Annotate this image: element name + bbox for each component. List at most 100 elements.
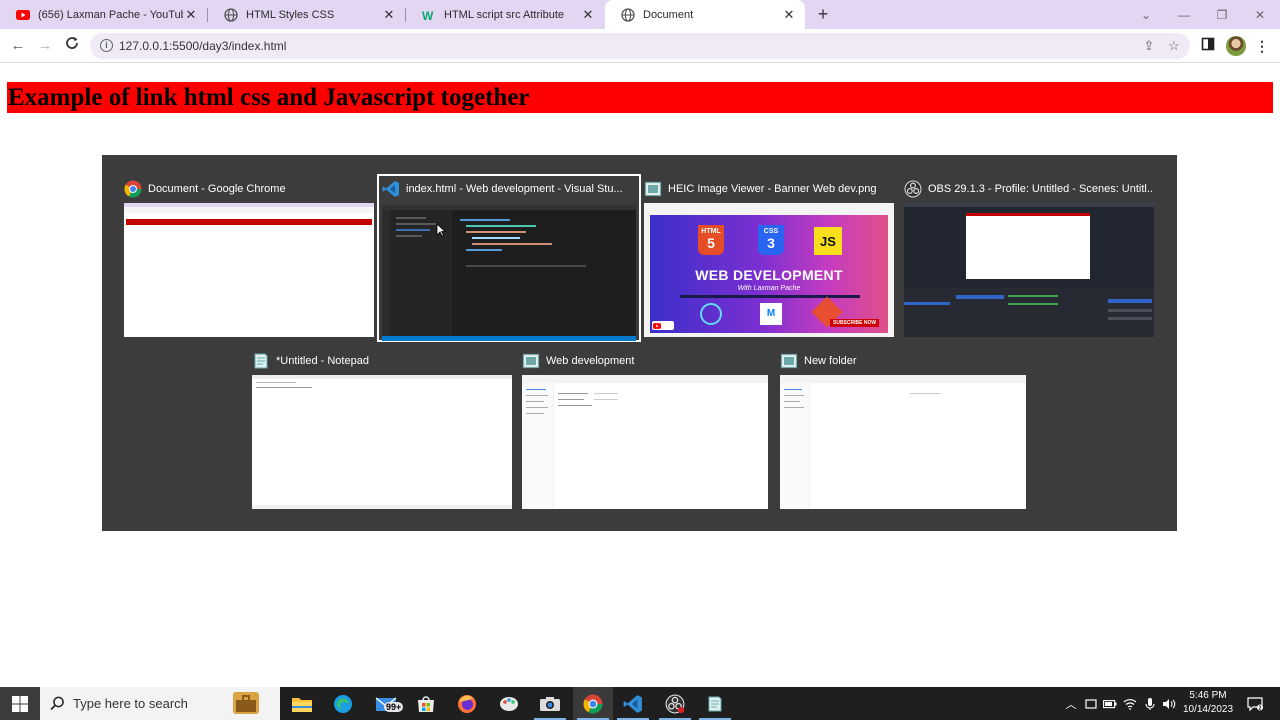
globe-icon [621,7,635,22]
youtube-icon [16,8,30,22]
taskbar-store[interactable] [406,687,446,720]
notepad-icon [708,696,722,711]
taskbar-obs[interactable] [655,687,695,720]
window-thumbnail [522,375,768,509]
taskbar-file-explorer[interactable] [282,687,322,720]
edge-icon [334,694,352,713]
profile-avatar[interactable] [1226,36,1246,56]
clock-date: 10/14/2023 [1182,704,1234,715]
bookmark-star-icon[interactable]: ☆ [1165,37,1183,55]
taskbar-mail[interactable]: 99+ [366,687,406,720]
css3-logo-label: CSS [763,228,779,235]
w3schools-icon: W [422,8,436,22]
microphone-icon[interactable] [1141,687,1159,720]
wifi-icon[interactable] [1121,687,1139,720]
switcher-window-image-viewer[interactable]: HEIC Image Viewer - Banner Web dev.png H… [644,179,894,337]
share-icon[interactable]: ⇪ [1140,37,1158,55]
menu-icon[interactable]: ⋮ [1252,36,1272,56]
close-window-button[interactable]: ✕ [1241,0,1279,29]
file-explorer-icon [292,697,312,712]
battery-icon[interactable] [1101,687,1119,720]
switcher-window-new-folder[interactable]: New folder [780,351,1026,509]
tab-html-styles[interactable]: HTML Styles CSS ✕ [208,0,405,29]
page-heading: Example of link html css and Javascript … [7,82,1273,113]
window-thumbnail [252,375,512,509]
tab-title: Document [643,8,694,21]
maximize-button[interactable]: ❐ [1203,0,1241,29]
close-tab-icon[interactable]: ✕ [183,7,199,23]
start-button[interactable] [0,687,40,720]
taskbar-vscode[interactable] [613,687,653,720]
url-text[interactable]: 127.0.0.1:5500/day3/index.html [119,39,286,53]
search-icon [50,696,64,711]
switcher-window-notepad[interactable]: *Untitled - Notepad [252,351,512,509]
obs-icon [665,694,685,713]
meet-now-icon[interactable] [1082,687,1100,720]
svg-text:2: 2 [1259,705,1262,711]
window-thumbnail [382,205,636,341]
site-info-icon[interactable]: i [100,39,113,52]
forward-button[interactable]: → [35,36,55,56]
window-thumbnail [780,375,1026,509]
switcher-window-web-development[interactable]: Web development [522,351,768,509]
folder-window-icon [522,352,540,370]
taskbar-search-box[interactable]: Type here to search [40,687,280,720]
taskbar-firefox[interactable] [447,687,487,720]
vscode-icon [623,694,642,713]
tab-document[interactable]: Document ✕ [605,0,805,29]
briefcase-icon[interactable] [233,692,259,714]
address-bar[interactable]: i 127.0.0.1:5500/day3/index.html ⇪ ☆ [90,33,1190,59]
taskbar-chrome[interactable] [573,687,613,720]
windows-taskbar: Type here to search 99+ ︿ 5:46 PM 10/14/… [0,687,1280,720]
back-button[interactable]: ← [8,36,28,56]
obs-icon [904,180,922,198]
clock-time: 5:46 PM [1189,690,1227,701]
tab-title: (656) Laxman Pache - YouTube [38,8,183,21]
switcher-window-vscode[interactable]: index.html - Web development - Visual St… [377,174,641,342]
paint-icon [500,696,518,711]
mouse-cursor-icon [436,223,446,237]
notifications-icon[interactable]: 2 [1244,687,1266,720]
switcher-window-obs[interactable]: OBS 29.1.3 - Profile: Untitled - Scenes:… [904,179,1154,337]
chrome-icon [124,180,142,198]
taskbar-color-app[interactable] [489,687,529,720]
tab-search-icon[interactable]: ⌄ [1127,0,1165,29]
new-tab-button[interactable]: + [813,5,833,25]
close-tab-icon[interactable]: ✕ [381,7,397,23]
browser-toolbar: ← → i 127.0.0.1:5500/day3/index.html ⇪ ☆… [0,29,1280,63]
camera-icon [540,696,560,711]
banner-title: WEB DEVELOPMENT [695,267,843,283]
svg-text:W: W [422,9,434,22]
tab-script-src[interactable]: W HTML script src Attribute ✕ [406,0,604,29]
window-title: New folder [804,355,857,367]
window-title: Document - Google Chrome [148,183,286,195]
taskbar-clock[interactable]: 5:46 PM 10/14/2023 [1180,689,1236,717]
tab-title: HTML Styles CSS [246,8,335,21]
window-title: HEIC Image Viewer - Banner Web dev.png [668,183,877,195]
windows-logo-icon [12,695,28,712]
reload-button[interactable] [62,36,82,56]
folder-window-icon [780,352,798,370]
close-tab-icon[interactable]: ✕ [781,7,797,23]
tab-youtube[interactable]: (656) Laxman Pache - YouTube ✕ [0,0,207,29]
close-tab-icon[interactable]: ✕ [580,7,596,23]
chrome-icon [583,694,603,713]
switcher-window-chrome[interactable]: Document - Google Chrome [124,179,374,337]
window-thumbnail [904,203,1154,337]
taskbar-camera[interactable] [530,687,570,720]
taskbar-notepad[interactable] [695,687,735,720]
globe-icon [224,7,238,22]
window-thumbnail: HTML 5 CSS 3 JS WEB DEVELOPMENT With Lax… [644,203,894,337]
window-title: *Untitled - Notepad [276,355,369,367]
window-title: index.html - Web development - Visual St… [406,183,623,195]
side-panel-icon[interactable] [1198,36,1218,56]
volume-icon[interactable] [1160,687,1178,720]
window-title: Web development [546,355,635,367]
search-placeholder: Type here to search [73,696,188,711]
taskbar-edge[interactable] [323,687,363,720]
react-logo [700,303,722,325]
tab-strip: (656) Laxman Pache - YouTube ✕ HTML Styl… [0,0,1280,29]
minimize-button[interactable]: — [1165,0,1203,29]
banner-subtitle: With Laxman Pache [737,285,801,292]
show-hidden-icons-button[interactable]: ︿ [1062,687,1080,720]
